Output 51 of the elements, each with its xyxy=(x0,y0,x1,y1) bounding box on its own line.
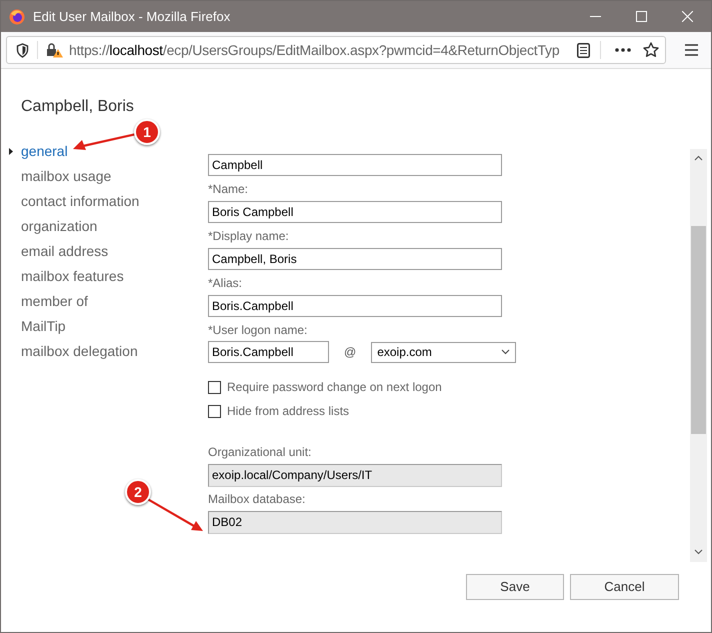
nav-link[interactable]: email address xyxy=(21,241,108,262)
scroll-down-icon[interactable] xyxy=(694,549,703,555)
page-heading: Campbell, Boris xyxy=(21,97,134,117)
checkbox-label: Require password change on next logon xyxy=(227,379,442,396)
reader-view-icon[interactable] xyxy=(577,42,590,58)
shield-icon[interactable] xyxy=(16,42,29,58)
window-title: Edit User Mailbox - Mozilla Firefox xyxy=(33,8,230,26)
url-text: https://localhost/ecp/UsersGroups/EditMailbox.aspx?pwmcid=4&ReturnObjectTyp xyxy=(69,40,560,60)
nav-link[interactable]: mailbox features xyxy=(21,266,124,287)
field-label: *Name: xyxy=(208,182,250,196)
scrollbar-thumb[interactable] xyxy=(691,226,706,434)
menu-icon[interactable] xyxy=(685,44,698,56)
star-icon[interactable] xyxy=(643,42,659,58)
text-field[interactable]: Campbell xyxy=(208,154,502,176)
field-label: *User logon name: xyxy=(208,323,308,337)
readonly-field[interactable]: exoip.local/Company/Users/IT xyxy=(208,464,502,486)
checkbox-label: Hide from address lists xyxy=(227,403,350,420)
close-icon[interactable] xyxy=(682,11,693,22)
field-label: Mailbox database: xyxy=(208,492,306,506)
dialog-button[interactable]: Cancel xyxy=(570,574,679,600)
text-field[interactable]: Boris.Campbell xyxy=(208,295,502,317)
more-icon[interactable] xyxy=(615,48,631,52)
scroll-up-icon[interactable] xyxy=(694,155,703,161)
maximize-icon[interactable] xyxy=(636,11,647,22)
checkbox[interactable] xyxy=(208,404,221,418)
logon-name-field[interactable]: Boris.Campbell xyxy=(208,341,329,363)
chevron-down-icon xyxy=(501,349,510,355)
nav-link[interactable]: general xyxy=(21,141,68,162)
nav-link[interactable]: mailbox usage xyxy=(21,166,112,187)
browser-logo-icon xyxy=(9,8,25,24)
checkbox[interactable] xyxy=(208,380,221,394)
at-sign: @ xyxy=(344,344,356,361)
address-bar[interactable]: https://localhost/ecp/UsersGroups/EditMailbox.aspx?pwmcid=4&ReturnObjectTyp xyxy=(6,36,666,64)
callout-badge: 2 xyxy=(125,479,151,505)
field-label: Organizational unit: xyxy=(208,445,312,459)
nav-link[interactable]: member of xyxy=(21,291,88,312)
field-label: *Display name: xyxy=(208,229,290,243)
domain-dropdown[interactable]: exoip.com xyxy=(371,342,516,362)
scrollbar[interactable] xyxy=(690,149,707,562)
nav-link[interactable]: contact information xyxy=(21,191,140,212)
nav-link[interactable]: MailTip xyxy=(21,316,66,337)
readonly-field[interactable]: DB02 xyxy=(208,510,502,534)
caret-icon xyxy=(9,148,13,155)
callout-badge: 1 xyxy=(134,119,160,145)
lock-warning-icon[interactable] xyxy=(46,42,64,58)
text-field[interactable]: Campbell, Boris xyxy=(208,248,502,270)
nav-link[interactable]: mailbox delegation xyxy=(21,341,138,362)
field-label: *Alias: xyxy=(208,276,244,290)
text-field[interactable]: Boris Campbell xyxy=(208,201,502,223)
nav-link[interactable]: organization xyxy=(21,216,98,237)
dialog-button[interactable]: Save xyxy=(466,574,564,600)
